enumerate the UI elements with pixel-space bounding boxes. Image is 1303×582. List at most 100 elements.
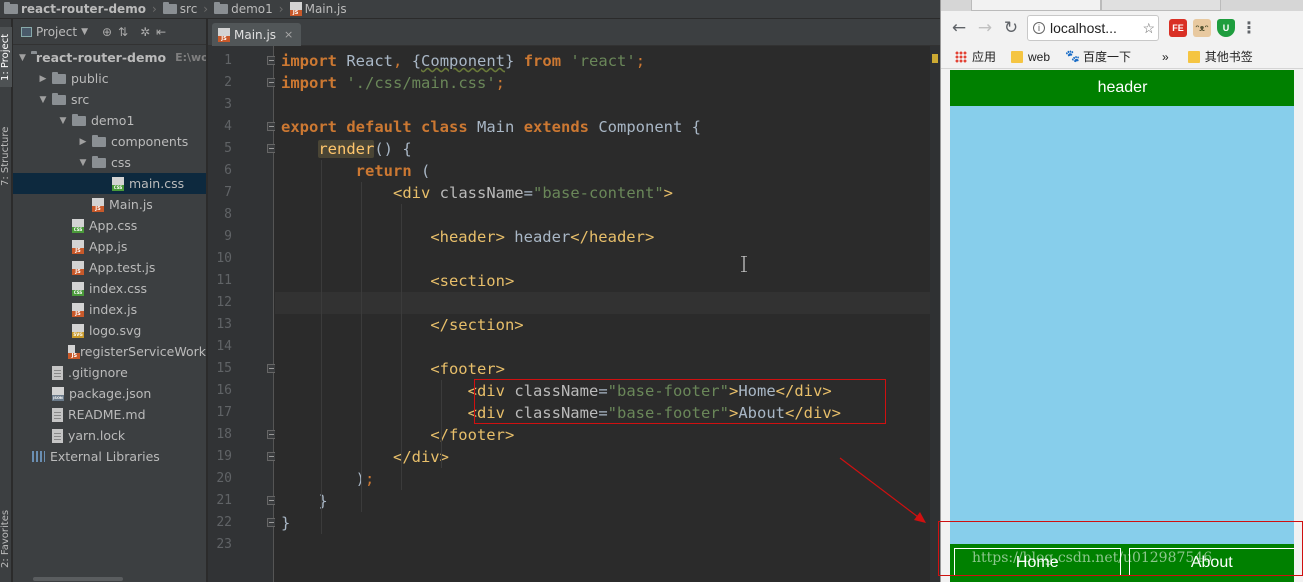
warning-marker[interactable]: [932, 54, 938, 63]
star-icon[interactable]: ☆: [1142, 20, 1155, 37]
tree-item[interactable]: logo.svg: [13, 320, 206, 341]
horizontal-scrollbar[interactable]: [13, 576, 206, 582]
line-number: 21: [216, 493, 232, 508]
folder-icon: [214, 2, 229, 14]
indent-guide: [401, 204, 402, 490]
browser-tab-strip: [941, 0, 1303, 11]
code-line[interactable]: <div className="base-content">: [281, 182, 673, 204]
tree-item[interactable]: README.md: [13, 404, 206, 425]
chevron-down-icon[interactable]: ▼: [39, 95, 47, 105]
close-icon[interactable]: ×: [284, 28, 293, 41]
code-line[interactable]: return (: [281, 160, 431, 182]
tree-item[interactable]: ▼ css: [13, 152, 206, 173]
tree-item[interactable]: App.test.js: [13, 257, 206, 278]
tree-item[interactable]: ▶ public: [13, 68, 206, 89]
code-line[interactable]: </section>: [281, 314, 523, 336]
breadcrumb-item-project[interactable]: react-router-demo: [4, 2, 146, 16]
line-number: 12: [216, 295, 232, 310]
reload-button[interactable]: ↻: [1001, 18, 1021, 38]
folder-icon: [1187, 50, 1200, 63]
hide-panel-icon[interactable]: ⇤: [156, 25, 166, 39]
bookmark-web[interactable]: web: [1028, 50, 1050, 64]
browser-scrollbar[interactable]: [1294, 70, 1303, 582]
breadcrumb-item-file[interactable]: Main.js: [289, 2, 347, 16]
breadcrumb-item-demo1[interactable]: demo1: [214, 2, 273, 16]
code-line[interactable]: export default class Main extends Compon…: [281, 116, 701, 138]
bookmark-baidu[interactable]: 百度一下: [1083, 48, 1131, 65]
code-line[interactable]: </div>: [281, 446, 449, 468]
text-file-icon: [52, 365, 63, 380]
chevron-down-icon[interactable]: ▼: [79, 158, 87, 168]
tree-item[interactable]: index.css: [13, 278, 206, 299]
editor-tab-main-js[interactable]: Main.js ×: [212, 23, 302, 46]
breadcrumb-item-src[interactable]: src: [162, 2, 197, 16]
text-file-icon: [52, 428, 63, 443]
tree-item[interactable]: .gitignore: [13, 362, 206, 383]
tree-item[interactable]: main.css: [13, 173, 206, 194]
bookmarks-overflow-button[interactable]: »: [1162, 50, 1169, 64]
tree-item[interactable]: ▶ components: [13, 131, 206, 152]
js-file-icon: [72, 302, 84, 317]
collapse-all-icon[interactable]: ⇅: [118, 25, 128, 39]
tree-item-label: package.json: [69, 386, 152, 401]
tree-item[interactable]: External Libraries: [13, 446, 206, 467]
fe-extension-icon[interactable]: FE: [1169, 19, 1187, 37]
chevron-down-icon[interactable]: ▼: [19, 53, 26, 63]
code-line[interactable]: <section>: [281, 270, 514, 292]
js-file-icon: [218, 27, 230, 42]
tree-item-label: App.test.js: [89, 260, 156, 275]
folder-icon: [1011, 50, 1024, 63]
line-number: 6: [224, 163, 232, 178]
structure-tool-tab[interactable]: 7: Structure: [0, 119, 12, 194]
bookmark-apps[interactable]: 应用: [972, 48, 996, 65]
browser-left-edge: [941, 70, 950, 582]
chevron-right-icon[interactable]: ▶: [39, 74, 47, 84]
address-bar[interactable]: i localhost... ☆: [1027, 15, 1159, 41]
browser-menu-icon[interactable]: ⋮: [1241, 19, 1257, 37]
tree-item[interactable]: registerServiceWork: [13, 341, 206, 362]
code-line[interactable]: }: [281, 512, 290, 534]
line-number: 7: [224, 185, 232, 200]
tree-item[interactable]: ▼ react-router-demo E:\wo: [13, 47, 206, 68]
tree-item-label: App.js: [89, 239, 128, 254]
tree-item[interactable]: package.json: [13, 383, 206, 404]
gear-icon[interactable]: ✲: [140, 25, 150, 39]
scrollbar-thumb[interactable]: [33, 577, 123, 581]
target-icon[interactable]: ⊕: [102, 25, 112, 39]
project-tool-tab[interactable]: 1: Project: [0, 27, 12, 87]
tree-item[interactable]: Main.js: [13, 194, 206, 215]
code-line[interactable]: </footer>: [281, 424, 514, 446]
face-extension-icon[interactable]: ᵔᴥᵔ: [1193, 19, 1211, 37]
back-button[interactable]: ←: [949, 18, 969, 38]
current-line-highlight: [275, 292, 930, 314]
code-line[interactable]: import React, {Component} from 'react';: [281, 50, 645, 72]
tree-item-label: yarn.lock: [68, 428, 126, 443]
chevron-down-icon[interactable]: ▼: [59, 116, 67, 126]
browser-toolbar: ← → ↻ i localhost... ☆ FE ᵔᴥᵔ U ⋮: [941, 11, 1303, 45]
indent-guide: [441, 380, 442, 468]
forward-button[interactable]: →: [975, 18, 995, 38]
code-line[interactable]: <header> header</header>: [281, 226, 654, 248]
favorites-tool-tab[interactable]: 2: Favorites: [0, 499, 12, 579]
tree-item[interactable]: ▼ src: [13, 89, 206, 110]
bookmark-other[interactable]: 其他书签: [1205, 48, 1253, 65]
tree-item[interactable]: yarn.lock: [13, 425, 206, 446]
tree-item[interactable]: index.js: [13, 299, 206, 320]
browser-window: ← → ↻ i localhost... ☆ FE ᵔᴥᵔ U ⋮ 应用 web…: [940, 0, 1303, 582]
tree-item[interactable]: App.css: [13, 215, 206, 236]
browser-tab[interactable]: [971, 0, 1101, 11]
tree-item-label: main.css: [129, 176, 185, 191]
chevron-right-icon[interactable]: ▶: [79, 137, 87, 147]
info-icon[interactable]: i: [1033, 22, 1045, 34]
code-line[interactable]: import './css/main.css';: [281, 72, 505, 94]
tree-item[interactable]: ▼ demo1: [13, 110, 206, 131]
line-number: 2: [224, 75, 232, 90]
breadcrumb-separator: ›: [203, 2, 209, 16]
tree-item[interactable]: App.js: [13, 236, 206, 257]
code-line[interactable]: <footer>: [281, 358, 505, 380]
code-line[interactable]: render() {: [281, 138, 412, 160]
project-view-selector[interactable]: Project ▼: [21, 25, 88, 39]
shield-extension-icon[interactable]: U: [1217, 19, 1235, 37]
browser-tab[interactable]: [1101, 0, 1221, 11]
line-number: 9: [224, 229, 232, 244]
